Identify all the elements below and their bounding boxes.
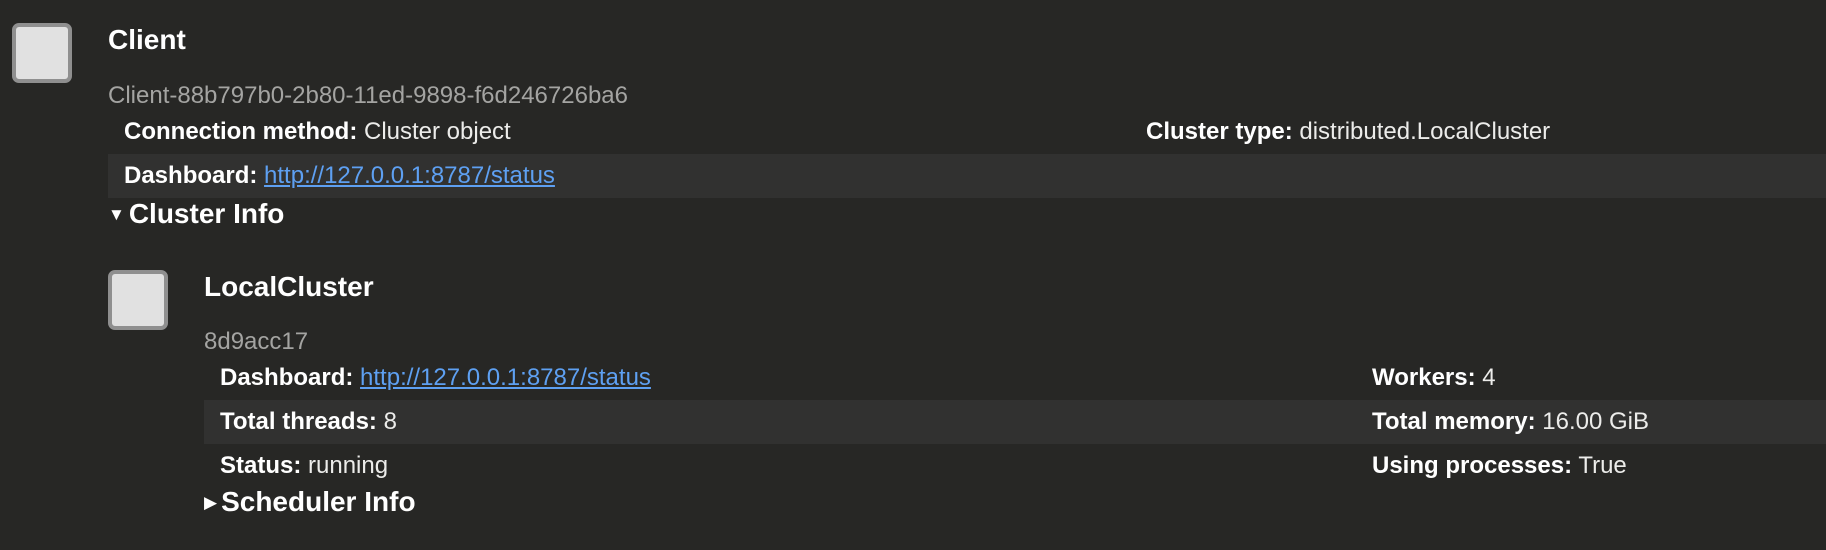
client-square-icon (12, 23, 72, 83)
connection-method-value: Cluster object (363, 118, 511, 145)
processes-label: Using processes: (1372, 452, 1573, 479)
cluster-title: LocalCluster (204, 271, 374, 302)
workers-label: Workers: (1372, 364, 1476, 391)
cluster-info-label: Cluster Info (128, 198, 285, 229)
status-value: running (308, 452, 389, 479)
threads-value: 8 (383, 408, 397, 435)
cluster-info-toggle[interactable]: ▼ Cluster Info (108, 198, 284, 230)
scheduler-info-toggle[interactable]: ▶ Scheduler Info (204, 486, 416, 518)
cluster-dashboard-link[interactable]: http://127.0.0.1:8787/status (360, 364, 651, 391)
status-label: Status: (220, 452, 302, 479)
threads-row: Total threads: 8 (220, 400, 397, 444)
connection-method-label: Connection method: (124, 118, 358, 145)
client-dashboard-label: Dashboard: (124, 162, 258, 189)
cluster-id: 8d9acc17 (204, 328, 309, 355)
connection-method-row: Connection method: Cluster object (124, 110, 511, 154)
client-title: Client (108, 24, 186, 55)
cluster-type-row: Cluster type: distributed.LocalCluster (1146, 110, 1550, 154)
client-dashboard-link[interactable]: http://127.0.0.1:8787/status (264, 162, 555, 189)
client-id: Client-88b797b0-2b80-11ed-9898-f6d246726… (108, 82, 628, 109)
workers-row: Workers: 4 (1372, 356, 1496, 400)
threads-label: Total threads: (220, 408, 377, 435)
triangle-down-icon: ▼ (108, 205, 125, 224)
triangle-right-icon: ▶ (204, 493, 218, 512)
cluster-dashboard-label: Dashboard: (220, 364, 354, 391)
cluster-dashboard-row: Dashboard: http://127.0.0.1:8787/status (220, 356, 651, 400)
workers-value: 4 (1482, 364, 1496, 391)
scheduler-info-label: Scheduler Info (221, 486, 416, 517)
memory-value: 16.00 GiB (1542, 408, 1649, 435)
cluster-square-icon (108, 270, 168, 330)
status-row: Status: running (220, 444, 388, 488)
memory-row: Total memory: 16.00 GiB (1372, 400, 1649, 444)
client-dashboard-row: Dashboard: http://127.0.0.1:8787/status (124, 154, 555, 198)
cluster-type-value: distributed.LocalCluster (1299, 118, 1551, 145)
memory-label: Total memory: (1372, 408, 1536, 435)
cluster-type-label: Cluster type: (1146, 118, 1293, 145)
processes-row: Using processes: True (1372, 444, 1627, 488)
processes-value: True (1578, 452, 1627, 479)
